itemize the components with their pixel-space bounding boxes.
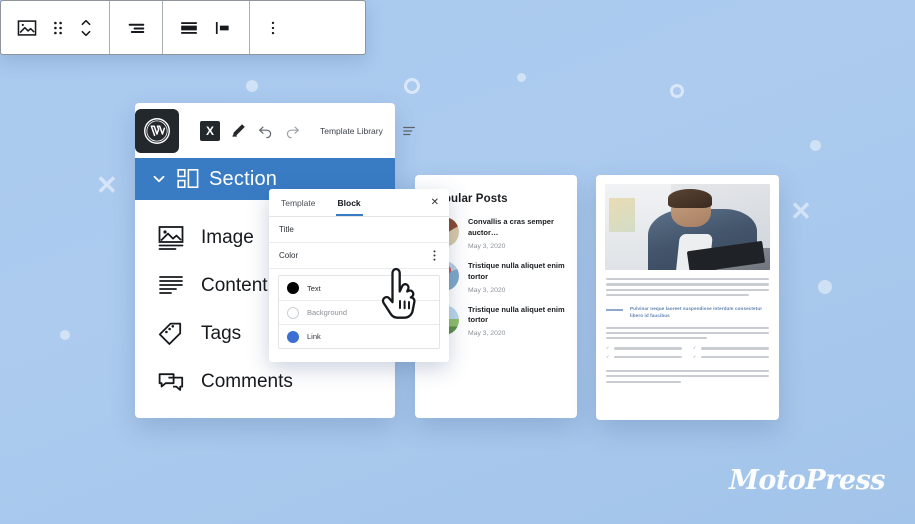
popup-row-title[interactable]: Title [269,217,449,243]
paragraph-bottom [606,369,769,383]
post-title: Tristique nulla aliquet enim tortor [468,304,565,325]
deco-x-mark: ✕ [96,170,118,200]
redo-arrow-icon[interactable] [284,122,301,139]
block-item-comments[interactable]: Comments [157,358,395,406]
block-toolbar [0,0,366,55]
swatch-dot [287,282,299,294]
checklist: ✓ ✓ ✓ ✓ [606,346,769,362]
swatch-dot [287,306,299,319]
color-option-label: Link [307,332,321,341]
undo-arrow-icon[interactable] [257,122,274,139]
comments-icon [157,368,185,396]
align-right-icon[interactable] [126,18,146,38]
deco-x-mark: ✕ [790,196,812,226]
close-icon[interactable]: ✕ [431,197,439,208]
image-block-icon[interactable] [17,18,37,38]
block-item-label: Tags [201,323,242,344]
post-date: May 3, 2020 [468,330,506,338]
post-date: May 3, 2020 [468,286,506,294]
list-view-icon[interactable] [402,124,416,138]
document-body: Pulvinar neque laoreet suspendisse inter… [596,270,779,383]
color-option-label: Background [307,308,348,317]
paragraph-middle [606,326,769,340]
section-layout-icon [177,168,199,190]
color-option-label: Text [307,283,321,293]
toolbar-group-block [1,1,109,54]
content-icon [157,272,185,300]
popup-tabs: Template Block ✕ [269,189,449,217]
deco-ring [670,84,684,98]
align-center-wide-icon[interactable] [179,18,199,38]
check-icon: ✓ [606,353,610,359]
tags-icon [157,320,185,348]
more-options-kebab-icon[interactable] [430,250,439,261]
drag-handle-icon[interactable] [51,18,65,38]
align-left-inline-icon[interactable] [213,18,233,38]
block-item-label: Content [201,275,268,296]
check-icon: ✓ [693,353,697,359]
template-library-label[interactable]: Template Library [320,126,383,136]
color-option-link[interactable]: Link [279,324,439,348]
toolbar-group-more [249,1,296,54]
pencil-icon[interactable] [230,122,247,139]
motopress-logo: MotoPress [729,465,885,496]
deco-dot [818,280,832,294]
chevron-down-icon[interactable] [151,171,167,187]
heading-dash [606,309,623,311]
popup-row-color[interactable]: Color [269,243,449,269]
pointing-hand-cursor [375,267,423,323]
tab-block[interactable]: Block [336,189,363,216]
deco-dot [60,330,70,340]
section-title: Section [209,167,278,190]
toolbar-group-layout [162,1,249,54]
toolbar-group-align [109,1,162,54]
popup-row-label: Color [279,251,299,260]
swatch-dot [287,330,299,343]
deco-ring [404,78,420,94]
canvas: ✕ ✕ X Template Library Section Image Con… [0,0,915,524]
deco-dot [517,73,526,82]
paragraph-top [606,278,769,297]
list-item: ✓ [606,346,682,350]
move-up-down-icon[interactable] [79,18,93,38]
check-icon: ✓ [606,345,610,351]
post-date: May 3, 2020 [468,242,506,250]
deco-dot [246,80,258,92]
more-options-kebab-icon[interactable] [266,18,280,38]
list-item: ✓ [693,353,769,359]
popup-row-label: Title [279,225,294,234]
businessman-with-tablet-photo [605,184,770,270]
block-item-label: Image [201,227,254,248]
list-item: ✓ [693,346,769,350]
deco-dot [810,140,821,151]
block-item-label: Comments [201,371,293,392]
post-title: Tristique nulla aliquet enim tortor [468,260,565,281]
check-icon: ✓ [693,345,697,351]
post-title: Convallis a cras semper auctor… [468,217,554,237]
document-preview-card: Pulvinar neque laoreet suspendisse inter… [596,175,779,420]
document-heading-row: Pulvinar neque laoreet suspendisse inter… [606,305,769,319]
list-item: ✓ [606,353,682,359]
image-icon [157,224,185,252]
close-editor-button[interactable]: X [200,120,220,141]
wordpress-logo[interactable] [135,108,179,153]
editor-toolbar: X Template Library [135,103,415,158]
document-heading: Pulvinar neque laoreet suspendisse inter… [630,306,763,319]
tab-template[interactable]: Template [279,189,318,216]
